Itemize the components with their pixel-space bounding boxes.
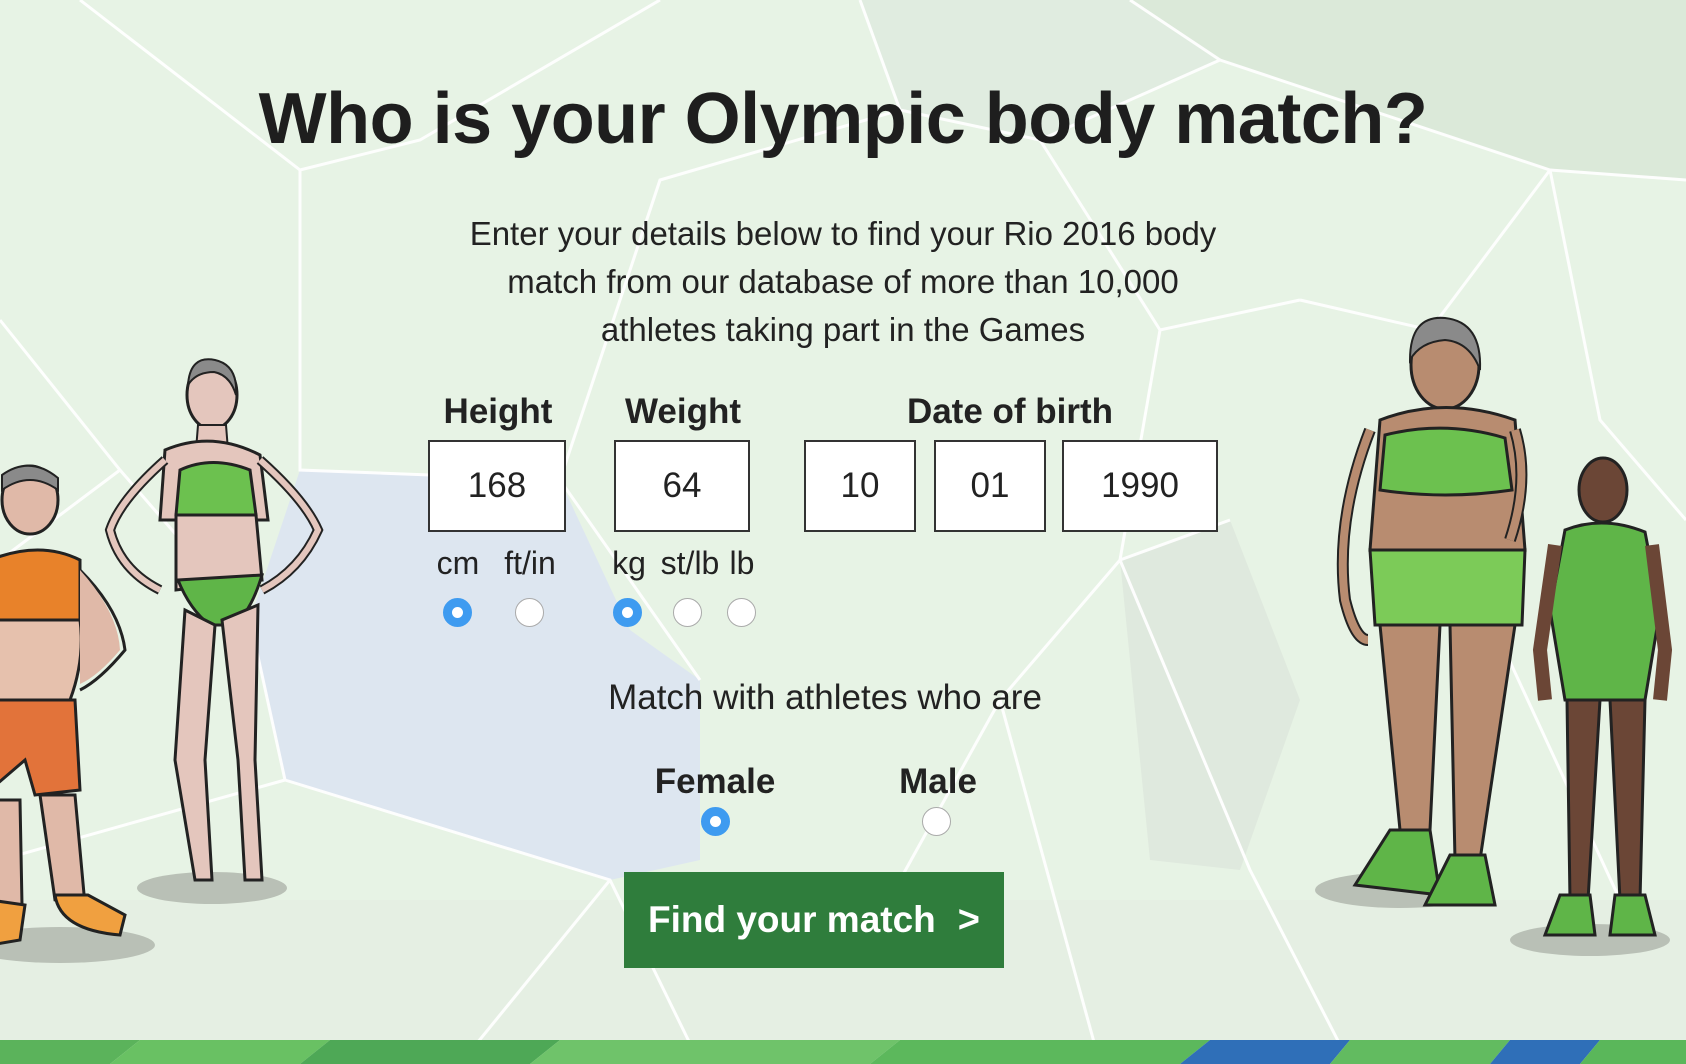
- radio-height-cm[interactable]: [443, 598, 472, 627]
- unit-label-kg: kg: [612, 545, 646, 581]
- intro-text: Enter your details below to find your Ri…: [393, 210, 1293, 354]
- intro-line-2: match from our database of more than 10,…: [507, 263, 1179, 300]
- radio-weight-kg[interactable]: [613, 598, 642, 627]
- unit-label-ftin: ft/in: [504, 545, 556, 581]
- intro-line-1: Enter your details below to find your Ri…: [469, 215, 1217, 252]
- radio-weight-stlb[interactable]: [673, 598, 702, 627]
- dob-year-input[interactable]: [1062, 440, 1218, 532]
- page-title: Who is your Olympic body match?: [258, 79, 1428, 159]
- radio-weight-lb[interactable]: [727, 598, 756, 627]
- dob-day-input[interactable]: [804, 440, 916, 532]
- find-match-label: Find your match: [647, 899, 936, 940]
- unit-label-cm: cm: [436, 545, 480, 581]
- athlete-figure-left-2: [104, 358, 324, 904]
- radio-gender-female[interactable]: [701, 807, 730, 836]
- match-prompt: Match with athletes who are: [608, 678, 1042, 717]
- gender-label-female: Female: [654, 762, 776, 801]
- dob-label: Date of birth: [906, 392, 1114, 431]
- intro-line-3: athletes taking part in the Games: [600, 311, 1086, 348]
- height-input[interactable]: [428, 440, 566, 532]
- dob-month-input[interactable]: [934, 440, 1046, 532]
- height-label: Height: [443, 392, 553, 431]
- chevron-right-icon: >: [957, 898, 980, 941]
- find-match-button[interactable]: Find your match >: [624, 872, 1004, 968]
- athlete-figure-right-1: [1315, 316, 1528, 908]
- unit-label-stlb: st/lb: [660, 545, 720, 581]
- radio-gender-male[interactable]: [922, 807, 951, 836]
- weight-label: Weight: [624, 392, 741, 431]
- unit-label-lb: lb: [729, 545, 755, 581]
- radio-height-ftin[interactable]: [515, 598, 544, 627]
- weight-input[interactable]: [614, 440, 750, 532]
- gender-label-male: Male: [899, 762, 977, 801]
